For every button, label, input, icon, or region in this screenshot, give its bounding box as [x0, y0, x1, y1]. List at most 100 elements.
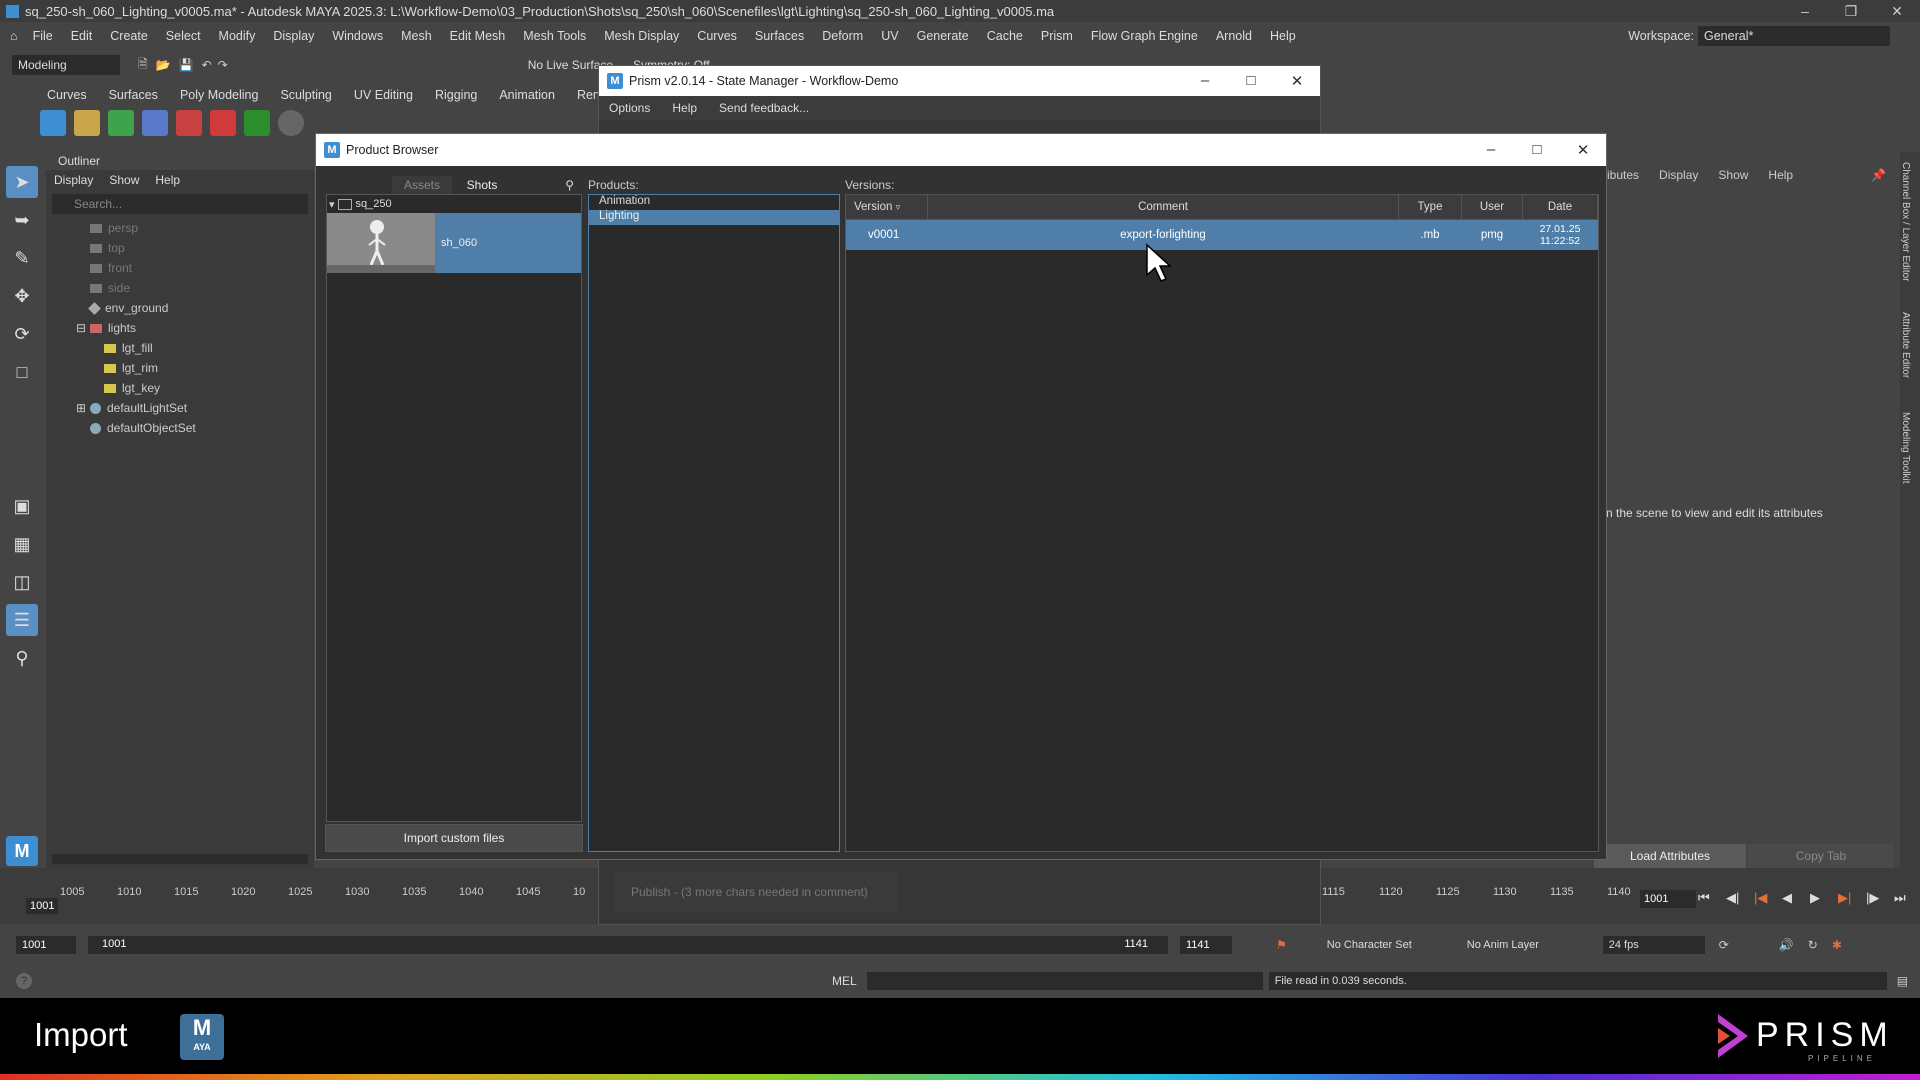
menu-uv[interactable]: UV [872, 29, 907, 43]
range-start-field[interactable]: 1001 [16, 936, 76, 954]
outliner-search-input[interactable]: Search... [52, 194, 308, 214]
menu-deform[interactable]: Deform [813, 29, 872, 43]
tab-assets[interactable]: Assets [392, 176, 452, 194]
mode-dropdown[interactable]: Modeling [12, 55, 120, 75]
play-backwards-icon[interactable]: ◀ [1782, 890, 1810, 906]
home-icon[interactable]: ⌂ [0, 29, 24, 43]
side-tab-attribute-editor[interactable]: Attribute Editor [1900, 312, 1911, 402]
pb-minimize-icon[interactable]: – [1468, 141, 1514, 159]
outliner-item-lights[interactable]: ⊟ lights [76, 318, 314, 338]
redo-icon[interactable]: ↷ [218, 58, 228, 72]
state-manager-minimize-icon[interactable]: – [1182, 72, 1228, 90]
outliner-item-lgt-rim[interactable]: lgt_rim [76, 358, 314, 378]
prism-project-browser-icon[interactable] [74, 110, 100, 136]
publish-button[interactable]: Publish - (3 more chars needed in commen… [615, 872, 897, 912]
attr-menu-attributes[interactable]: ibutes [1607, 168, 1639, 182]
menu-create[interactable]: Create [101, 29, 157, 43]
step-back-frame-icon[interactable]: |◀ [1754, 890, 1782, 906]
column-type[interactable]: Type [1398, 195, 1462, 220]
shelf-tab-uv-editing[interactable]: UV Editing [343, 85, 424, 105]
go-to-end-icon[interactable]: ⏭ [1894, 890, 1920, 906]
scale-tool-icon[interactable]: □ [6, 356, 38, 388]
shelf-tab-poly-modeling[interactable]: Poly Modeling [169, 85, 270, 105]
outliner-menu-help[interactable]: Help [147, 173, 188, 187]
attr-menu-show[interactable]: Show [1718, 168, 1748, 182]
menu-mesh[interactable]: Mesh [392, 29, 441, 43]
mel-input[interactable] [866, 972, 1263, 990]
sm-menu-options[interactable]: Options [609, 101, 650, 115]
go-to-start-icon[interactable]: ⏮ [1698, 890, 1726, 906]
sm-menu-feedback[interactable]: Send feedback... [719, 101, 809, 115]
collapse-icon[interactable]: ⊟ [76, 318, 90, 338]
shelf-tab-sculpting[interactable]: Sculpting [269, 85, 342, 105]
attr-menu-help[interactable]: Help [1768, 168, 1793, 182]
collapse-arrow-icon[interactable]: ▾ [329, 198, 335, 211]
attr-menu-display[interactable]: Display [1659, 168, 1698, 182]
copy-tab-button[interactable]: Copy Tab [1748, 844, 1894, 868]
outliner-item-default-light-set[interactable]: ⊞ defaultLightSet [76, 398, 314, 418]
product-item-lighting[interactable]: Lighting [589, 210, 839, 225]
load-attributes-button[interactable]: Load Attributes [1594, 844, 1746, 868]
prism-playblast-icon[interactable] [176, 110, 202, 136]
column-date[interactable]: Date [1522, 195, 1598, 220]
outliner-item-side[interactable]: side [76, 278, 314, 298]
cache-icon[interactable]: ↻ [1808, 938, 1818, 952]
shelf-tab-animation[interactable]: Animation [488, 85, 566, 105]
outliner-menu-show[interactable]: Show [101, 173, 147, 187]
menu-curves[interactable]: Curves [688, 29, 746, 43]
sequence-item[interactable]: ▾ sq_250 [327, 195, 581, 213]
prism-save-icon[interactable] [40, 110, 66, 136]
pin-icon[interactable]: 📌 [1871, 168, 1886, 182]
play-forwards-icon[interactable]: ▶ [1810, 890, 1838, 906]
sound-icon[interactable]: 🔊 [1779, 938, 1794, 952]
mel-label[interactable]: MEL [832, 974, 857, 988]
outliner-item-default-object-set[interactable]: defaultObjectSet [76, 418, 314, 438]
outliner-item-lgt-fill[interactable]: lgt_fill [76, 338, 314, 358]
sm-menu-help[interactable]: Help [672, 101, 697, 115]
maximize-icon[interactable]: ❐ [1828, 3, 1874, 20]
state-manager-close-icon[interactable]: ✕ [1274, 72, 1320, 90]
auto-key-icon[interactable]: ⚑ [1276, 938, 1287, 952]
side-tab-channel-box[interactable]: Channel Box / Layer Editor [1900, 162, 1911, 302]
pb-close-icon[interactable]: ✕ [1560, 141, 1606, 159]
help-icon[interactable]: ? [16, 973, 32, 989]
prism-state-manager-icon[interactable] [108, 110, 134, 136]
close-icon[interactable]: ✕ [1874, 3, 1920, 20]
pb-maximize-icon[interactable]: □ [1514, 141, 1560, 159]
menu-mesh-tools[interactable]: Mesh Tools [514, 29, 595, 43]
expand-icon[interactable]: ⊞ [76, 398, 90, 418]
menu-windows[interactable]: Windows [323, 29, 392, 43]
single-view-icon[interactable]: ▣ [6, 490, 38, 522]
shelf-tab-curves[interactable]: Curves [36, 85, 98, 105]
save-scene-icon[interactable]: 💾 [179, 58, 194, 72]
step-back-key-icon[interactable]: ◀| [1726, 890, 1754, 906]
step-forward-key-icon[interactable]: |▶ [1866, 890, 1894, 906]
product-item-animation[interactable]: Animation [589, 195, 839, 210]
outliner-item-persp[interactable]: persp [76, 218, 314, 238]
outliner-item-top[interactable]: top [76, 238, 314, 258]
menu-edit[interactable]: Edit [62, 29, 102, 43]
outliner-layout-icon[interactable]: ☰ [6, 604, 38, 636]
menu-flow-graph-engine[interactable]: Flow Graph Engine [1082, 29, 1207, 43]
column-version[interactable]: Version ▿ [846, 195, 928, 220]
lasso-tool-icon[interactable]: ➥ [6, 204, 38, 236]
outliner-menu-display[interactable]: Display [46, 173, 101, 187]
select-tool-icon[interactable]: ➤ [6, 166, 38, 198]
range-end-field[interactable]: 1141 [1180, 936, 1232, 954]
outliner-item-env-ground[interactable]: env_ground [76, 298, 314, 318]
prefs-icon[interactable]: ✱ [1832, 938, 1842, 952]
undo-icon[interactable]: ↶ [202, 58, 212, 72]
rotate-tool-icon[interactable]: ⟳ [6, 318, 38, 350]
frame-field[interactable]: 1001 [1640, 890, 1696, 908]
column-user[interactable]: User [1461, 195, 1523, 220]
tab-shots[interactable]: Shots [452, 176, 512, 194]
menu-prism[interactable]: Prism [1032, 29, 1082, 43]
menu-surfaces[interactable]: Surfaces [746, 29, 813, 43]
outliner-item-lgt-key[interactable]: lgt_key [76, 378, 314, 398]
menu-help[interactable]: Help [1261, 29, 1305, 43]
character-set-dropdown[interactable]: No Character Set [1327, 939, 1437, 951]
table-row[interactable]: v0001 export-forlighting .mb pmg 27.01.2… [846, 219, 1598, 250]
step-forward-frame-icon[interactable]: ▶| [1838, 890, 1866, 906]
paint-select-icon[interactable]: ✎ [6, 242, 38, 274]
outliner-scrollbar[interactable] [52, 854, 308, 864]
